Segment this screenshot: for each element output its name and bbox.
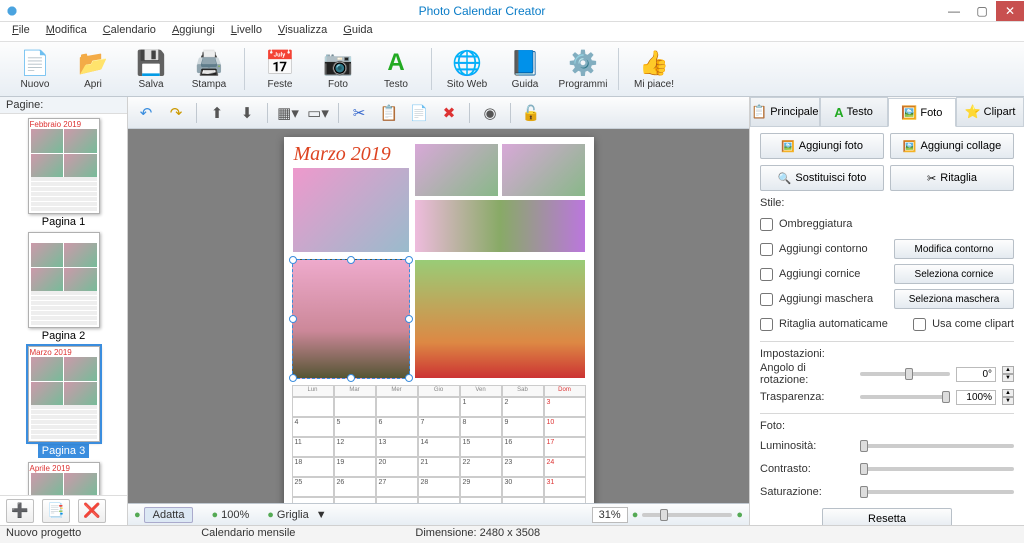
menu-calendario[interactable]: Calendario xyxy=(95,22,164,41)
selected-photo[interactable] xyxy=(292,259,410,379)
ribbon-guida[interactable]: 📘Guida xyxy=(498,44,552,94)
check-2[interactable] xyxy=(760,268,773,281)
check-1[interactable] xyxy=(760,243,773,256)
menu-aggiungi[interactable]: Aggiungi xyxy=(164,22,223,41)
page-thumb-2[interactable]: Pagina 2 xyxy=(22,232,106,342)
maximize-button[interactable]: ▢ xyxy=(968,1,996,21)
ribbon-feste[interactable]: 📅Feste xyxy=(253,44,307,94)
close-button[interactable]: ✕ xyxy=(996,1,1024,21)
add-collage-button[interactable]: 🖼️ Aggiungi collage xyxy=(890,133,1014,159)
rotation-value[interactable]: 0° xyxy=(956,367,996,382)
app-icon xyxy=(4,3,20,19)
settings-label: Impostazioni: xyxy=(760,348,1014,360)
check-0[interactable] xyxy=(760,218,773,231)
replace-photo-button[interactable]: 🔍 Sostituisci foto xyxy=(760,165,884,191)
rotation-up[interactable]: ▲ xyxy=(1002,366,1014,374)
opacity-up[interactable]: ▲ xyxy=(1002,389,1014,397)
window-title: Photo Calendar Creator xyxy=(24,4,940,18)
menu-modifica[interactable]: Modifica xyxy=(38,22,95,41)
redo-button[interactable]: ↷ xyxy=(164,101,188,125)
menu-livello[interactable]: Livello xyxy=(223,22,270,41)
ribbon-apri[interactable]: 📂Apri xyxy=(66,44,120,94)
btn-seleziona maschera[interactable]: Seleziona maschera xyxy=(894,289,1014,309)
zoom-100-button[interactable]: 100% xyxy=(221,509,249,521)
rotation-slider[interactable] xyxy=(860,372,950,376)
btn-seleziona cornice[interactable]: Seleziona cornice xyxy=(894,264,1014,284)
menu-guida[interactable]: Guida xyxy=(335,22,380,41)
zoom-out-button[interactable]: ● xyxy=(632,509,639,521)
photo-block[interactable] xyxy=(414,143,499,197)
opacity-value[interactable]: 100% xyxy=(956,390,996,405)
ribbon-mi piace![interactable]: 👍Mi piace! xyxy=(627,44,681,94)
copy-button[interactable]: 📋 xyxy=(377,101,401,125)
page-thumb-3[interactable]: Marzo 2019Pagina 3 xyxy=(22,346,106,458)
check-3[interactable] xyxy=(760,293,773,306)
ribbon-stampa[interactable]: 🖨️Stampa xyxy=(182,44,236,94)
photo-block[interactable] xyxy=(414,199,586,253)
ribbon-salva[interactable]: 💾Salva xyxy=(124,44,178,94)
pages-label: Pagine: xyxy=(0,97,127,114)
page-thumb-1[interactable]: Febbraio 2019Pagina 1 xyxy=(22,118,106,228)
menu-file[interactable]: File xyxy=(4,22,38,41)
cut-button[interactable]: ✂ xyxy=(347,101,371,125)
photo-section-label: Foto: xyxy=(760,420,1014,432)
crop-button[interactable]: ✂ Ritaglia xyxy=(890,165,1014,191)
add-page-button[interactable]: ➕ xyxy=(6,499,34,523)
btn-modifica contorno[interactable]: Modifica contorno xyxy=(894,239,1014,259)
duplicate-page-button[interactable]: 📑 xyxy=(42,499,70,523)
tab-testo[interactable]: ATesto xyxy=(820,97,888,126)
brightness-slider[interactable] xyxy=(860,444,1014,448)
page-thumb-4[interactable]: Aprile 2019Pagina 4 xyxy=(22,462,106,495)
ribbon-testo[interactable]: ATesto xyxy=(369,44,423,94)
align-button[interactable]: ▦▾ xyxy=(276,101,300,125)
reset-button[interactable]: Resetta xyxy=(822,508,952,525)
layer-down-button[interactable]: ⬇ xyxy=(235,101,259,125)
delete-button[interactable]: ✖ xyxy=(437,101,461,125)
grid-toggle[interactable]: Griglia xyxy=(277,509,309,521)
minimize-button[interactable]: — xyxy=(940,1,968,21)
autocrop-checkbox[interactable] xyxy=(760,318,773,331)
group-button[interactable]: ◉ xyxy=(478,101,502,125)
ribbon-nuovo[interactable]: 📄Nuovo xyxy=(8,44,62,94)
tab-foto[interactable]: 🖼️Foto xyxy=(888,98,956,127)
page-title: Marzo 2019 xyxy=(294,143,391,166)
use-clipart-checkbox[interactable] xyxy=(913,318,926,331)
calendar-grid[interactable]: LunMarMerGioVenSabDom1234567891011121314… xyxy=(292,385,586,503)
rotation-down[interactable]: ▼ xyxy=(1002,374,1014,382)
opacity-slider[interactable] xyxy=(860,395,950,399)
zoom-value: 31% xyxy=(592,507,628,523)
tab-principale[interactable]: 📋Principale xyxy=(750,97,820,126)
lock-button[interactable]: 🔓 xyxy=(519,101,543,125)
contrast-slider[interactable] xyxy=(860,467,1014,471)
style-label: Stile: xyxy=(760,197,1014,209)
undo-button[interactable]: ↶ xyxy=(134,101,158,125)
tab-clipart[interactable]: ⭐Clipart xyxy=(956,97,1024,126)
footer-type: Calendario mensile xyxy=(201,527,295,542)
saturation-slider[interactable] xyxy=(860,490,1014,494)
paste-button[interactable]: 📄 xyxy=(407,101,431,125)
distribute-button[interactable]: ▭▾ xyxy=(306,101,330,125)
zoom-in-button[interactable]: ● xyxy=(736,509,743,521)
calendar-page[interactable]: Marzo 2019 LunMarMerGioVenSabDom12345678… xyxy=(284,137,594,503)
photo-block[interactable] xyxy=(501,143,586,197)
footer-project: Nuovo progetto xyxy=(6,527,81,542)
ribbon-sito web[interactable]: 🌐Sito Web xyxy=(440,44,494,94)
add-photo-button[interactable]: 🖼️ Aggiungi foto xyxy=(760,133,884,159)
photo-block[interactable] xyxy=(414,259,586,379)
zoom-slider[interactable] xyxy=(642,513,732,517)
menu-visualizza[interactable]: Visualizza xyxy=(270,22,335,41)
photo-block[interactable] xyxy=(292,167,410,253)
fit-button[interactable]: Adatta xyxy=(144,507,194,523)
delete-page-button[interactable]: ❌ xyxy=(78,499,106,523)
ribbon-foto[interactable]: 📷Foto xyxy=(311,44,365,94)
ribbon-programmi[interactable]: ⚙️Programmi xyxy=(556,44,610,94)
layer-up-button[interactable]: ⬆ xyxy=(205,101,229,125)
opacity-down[interactable]: ▼ xyxy=(1002,397,1014,405)
